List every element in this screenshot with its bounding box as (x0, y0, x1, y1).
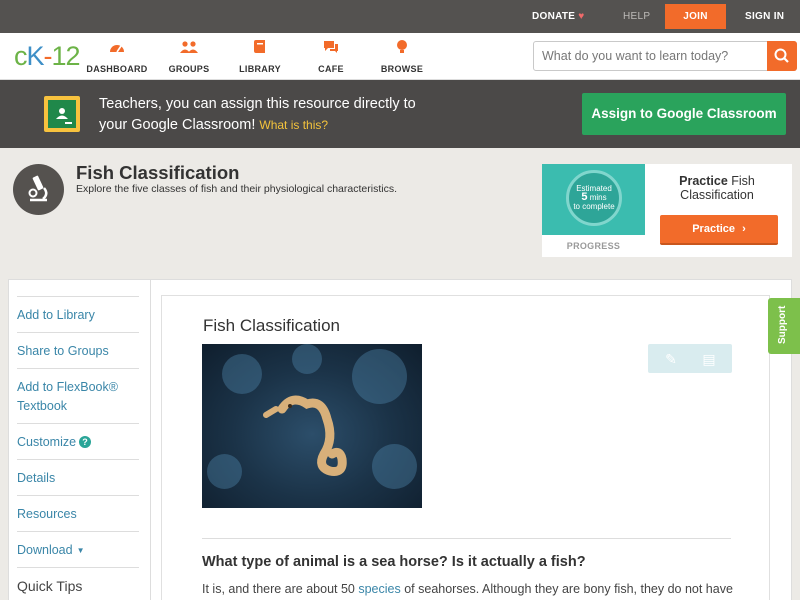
banner-message: Teachers, you can assign this resource d… (99, 96, 416, 133)
concept-title: Fish Classification (76, 162, 240, 183)
support-tab[interactable]: Support (768, 298, 800, 354)
sidebar-item-share-to-groups[interactable]: Share to Groups (17, 332, 139, 360)
caret-down-icon: ▼ (76, 546, 85, 555)
sidebar-item-download[interactable]: Download ▼ (17, 531, 139, 559)
ck12-logo[interactable]: cK-12 (14, 41, 81, 72)
species-link[interactable]: species (358, 582, 400, 596)
microscope-icon (13, 164, 64, 215)
search-box (533, 41, 797, 71)
question-heading: What type of animal is a sea horse? Is i… (202, 554, 586, 570)
top-utility-bar: DONATE ♥ HELP JOIN SIGN IN (0, 0, 800, 33)
sign-in-link[interactable]: SIGN IN (745, 0, 784, 33)
what-is-this-link[interactable]: What is this? (259, 118, 328, 132)
google-classroom-icon (44, 96, 80, 132)
donate-link[interactable]: DONATE ♥ (532, 0, 585, 33)
help-icon[interactable]: ? (79, 436, 92, 448)
nav-groups[interactable]: GROUPS (154, 39, 224, 77)
concept-description: Explore the five classes of fish and the… (76, 183, 397, 195)
sidebar-item-details[interactable]: Details (17, 459, 139, 487)
practice-card: Estimated 5 mins to complete PROGRESS Pr… (542, 164, 792, 257)
nav-library[interactable]: LIBRARY (225, 39, 295, 77)
sidebar-item-add-to-library[interactable]: Add to Library (17, 296, 139, 324)
library-icon (254, 40, 265, 53)
sidebar-item-customize[interactable]: Customize? (17, 423, 139, 451)
cafe-icon (324, 41, 338, 53)
help-link[interactable]: HELP (623, 0, 650, 33)
body-paragraph: It is, and there are about 50 species of… (202, 582, 733, 596)
content-divider (202, 538, 731, 539)
search-input[interactable] (534, 42, 770, 70)
sidebar: Add to Library Share to Groups Add to Fl… (9, 280, 151, 600)
dashboard-icon (110, 45, 124, 53)
join-button[interactable]: JOIN (665, 4, 726, 29)
annotation-tools: ✎ ▤ (648, 344, 732, 373)
progress-label: PROGRESS (566, 241, 621, 251)
sidebar-item-add-to-flexbook[interactable]: Add to FlexBook® Textbook (17, 368, 139, 416)
teacher-banner: Teachers, you can assign this resource d… (0, 80, 800, 148)
nav-browse[interactable]: BROWSE (367, 39, 437, 77)
article-title: Fish Classification (203, 316, 340, 335)
browse-icon (397, 40, 407, 53)
main-nav: cK-12 DASHBOARD GROUPS LIBRARY CAFE BROW… (0, 33, 800, 80)
search-icon (774, 48, 789, 63)
progress-graphic: Estimated 5 mins to complete (542, 164, 645, 235)
notes-icon[interactable]: ▤ (700, 350, 718, 368)
sidebar-item-quick-tips[interactable]: Quick Tips (17, 567, 139, 595)
nav-dashboard[interactable]: DASHBOARD (82, 39, 152, 77)
nav-cafe[interactable]: CAFE (296, 39, 366, 77)
groups-icon (180, 41, 198, 53)
estimated-time-badge: Estimated 5 mins to complete (566, 170, 622, 226)
practice-title: Practice Fish Classification (679, 174, 755, 202)
sidebar-item-resources[interactable]: Resources (17, 495, 139, 523)
heart-icon: ♥ (578, 11, 585, 22)
chevron-right-icon: › (742, 223, 746, 235)
seahorse-image (202, 344, 422, 508)
article-content: Fish Classification ✎ ▤ What type of ani… (161, 295, 770, 600)
practice-button[interactable]: Practice › (660, 215, 778, 245)
assign-to-google-classroom-button[interactable]: Assign to Google Classroom (582, 93, 786, 135)
search-button[interactable] (767, 41, 797, 71)
pencil-icon[interactable]: ✎ (662, 350, 680, 368)
main-panel: Add to Library Share to Groups Add to Fl… (8, 279, 792, 600)
